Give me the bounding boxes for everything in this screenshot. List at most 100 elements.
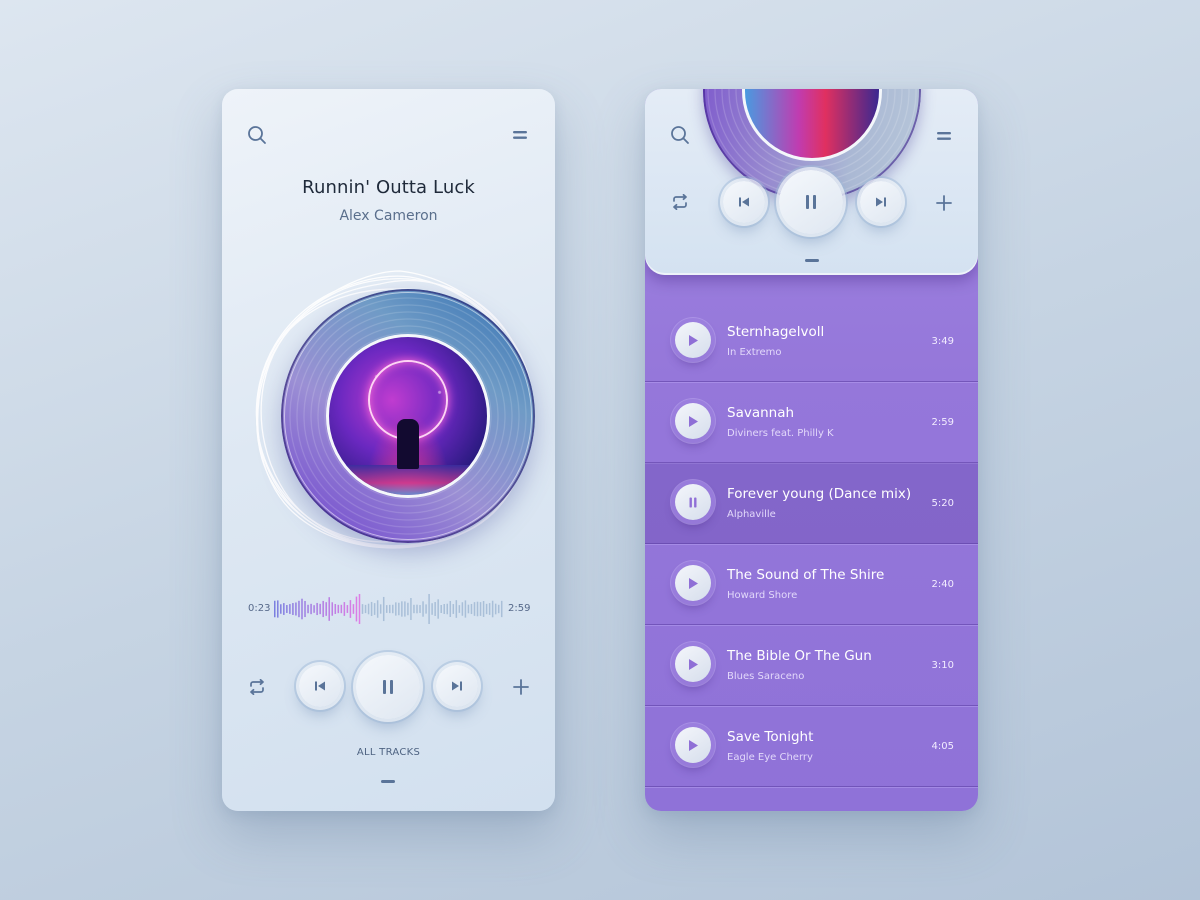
waveform-bar <box>319 603 321 615</box>
plus-icon <box>936 195 952 211</box>
total-duration: 2:59 <box>508 603 531 614</box>
track-row-artist: In Extremo <box>727 347 782 358</box>
waveform-bar <box>334 604 337 614</box>
menu-button[interactable] <box>936 128 952 144</box>
track-row[interactable]: The Bible Or The Gun Blues Saraceno 3:10 <box>645 625 978 706</box>
repeat-icon <box>250 679 264 695</box>
add-button[interactable] <box>512 678 530 696</box>
track-row-title: The Sound of The Shire <box>727 567 885 583</box>
pause-button[interactable] <box>779 170 843 234</box>
search-button[interactable] <box>246 124 268 146</box>
add-button[interactable] <box>935 194 953 212</box>
search-button[interactable] <box>669 124 691 146</box>
pause-icon <box>383 680 393 694</box>
waveform-bar <box>449 601 452 617</box>
waveform-bar <box>392 604 394 614</box>
waveform-bar <box>416 604 418 614</box>
waveform-progress[interactable] <box>274 594 504 624</box>
waveform-bar <box>398 602 400 616</box>
waveform-bar <box>304 600 306 618</box>
track-row-artist: Eagle Eye Cherry <box>727 752 813 763</box>
waveform-bar <box>325 602 327 616</box>
waveform-bar <box>307 604 309 614</box>
waveform-bar <box>434 602 436 616</box>
menu-button[interactable] <box>512 127 528 143</box>
next-button[interactable] <box>436 665 478 707</box>
all-tracks-link[interactable]: ALL TRACKS <box>222 747 555 758</box>
mini-player <box>645 89 978 275</box>
search-icon <box>248 126 266 144</box>
waveform-bar <box>289 604 291 614</box>
track-play-button[interactable] <box>675 565 711 601</box>
play-icon <box>689 334 698 346</box>
waveform-bar <box>328 597 330 621</box>
mini-album-cover <box>742 89 882 161</box>
waveform-bar <box>283 603 285 615</box>
vinyl-disc <box>281 289 535 543</box>
track-row[interactable]: Save Tonight Eagle Eye Cherry 4:05 <box>645 706 978 787</box>
waveform-bar <box>422 601 424 617</box>
waveform-bar <box>482 601 485 617</box>
waveform-bar <box>355 596 358 622</box>
track-row-artist: Alphaville <box>727 509 776 520</box>
waveform-bar <box>286 605 288 613</box>
track-row-title: Savannah <box>727 405 795 421</box>
waveform-bar <box>370 601 373 617</box>
pause-button[interactable] <box>356 655 420 719</box>
drawer-handle[interactable] <box>805 259 819 262</box>
waveform-bar <box>419 605 421 613</box>
track-play-button[interactable] <box>675 484 711 520</box>
track-row[interactable]: Sternhagelvoll In Extremo 3:49 <box>645 301 978 382</box>
waveform-bar <box>491 600 494 618</box>
repeat-icon <box>673 194 687 210</box>
waveform-bar <box>407 602 409 616</box>
waveform-bar <box>476 601 479 617</box>
waveform-bar <box>367 603 370 615</box>
track-play-button[interactable] <box>675 403 711 439</box>
track-row[interactable]: The Sound of The Shire Howard Shore 2:40 <box>645 544 978 625</box>
waveform-bar <box>455 600 458 618</box>
waveform-bar <box>431 603 433 615</box>
waveform-bar <box>301 598 303 620</box>
track-row[interactable]: Forever young (Dance mix) Alphaville 5:2… <box>645 463 978 544</box>
track-play-button[interactable] <box>675 322 711 358</box>
waveform-bar <box>446 603 449 615</box>
waveform-bar <box>277 600 279 618</box>
waveform-bar <box>494 603 497 615</box>
playlist-screen: Sternhagelvoll In Extremo 3:49 Savannah … <box>645 89 978 811</box>
waveform-bar <box>467 604 470 614</box>
track-row[interactable]: Savannah Diviners feat. Philly K 2:59 <box>645 382 978 463</box>
track-row-title: The Bible Or The Gun <box>727 648 872 664</box>
play-icon <box>689 739 698 751</box>
waveform-bar <box>379 604 382 614</box>
next-button[interactable] <box>860 181 902 223</box>
pause-icon <box>806 195 816 209</box>
menu-icon <box>937 132 951 140</box>
waveform-bar <box>440 605 442 613</box>
track-row-artist: Blues Saraceno <box>727 671 805 682</box>
repeat-button[interactable] <box>246 677 268 697</box>
track-list: Sternhagelvoll In Extremo 3:49 Savannah … <box>645 301 978 787</box>
waveform-bar <box>298 600 300 618</box>
waveform-bar <box>340 604 343 614</box>
waveform-bar <box>497 604 500 614</box>
previous-icon <box>315 681 325 691</box>
elapsed-time: 0:23 <box>248 603 271 614</box>
track-play-button[interactable] <box>675 646 711 682</box>
waveform-bar <box>316 602 318 616</box>
repeat-button[interactable] <box>670 193 690 211</box>
waveform-bar <box>428 594 430 624</box>
previous-button[interactable] <box>299 665 341 707</box>
waveform-bar <box>413 604 415 614</box>
track-row-artist: Diviners feat. Philly K <box>727 428 834 439</box>
previous-button[interactable] <box>723 181 765 223</box>
track-play-button[interactable] <box>675 727 711 763</box>
waveform-bar <box>310 603 312 615</box>
waveform-bar <box>443 603 445 615</box>
waveform-bar <box>364 604 367 614</box>
drawer-handle[interactable] <box>381 780 395 783</box>
waveform-bar <box>395 602 397 616</box>
waveform-bar <box>313 605 315 613</box>
play-icon <box>689 658 698 670</box>
album-cover <box>326 334 490 498</box>
